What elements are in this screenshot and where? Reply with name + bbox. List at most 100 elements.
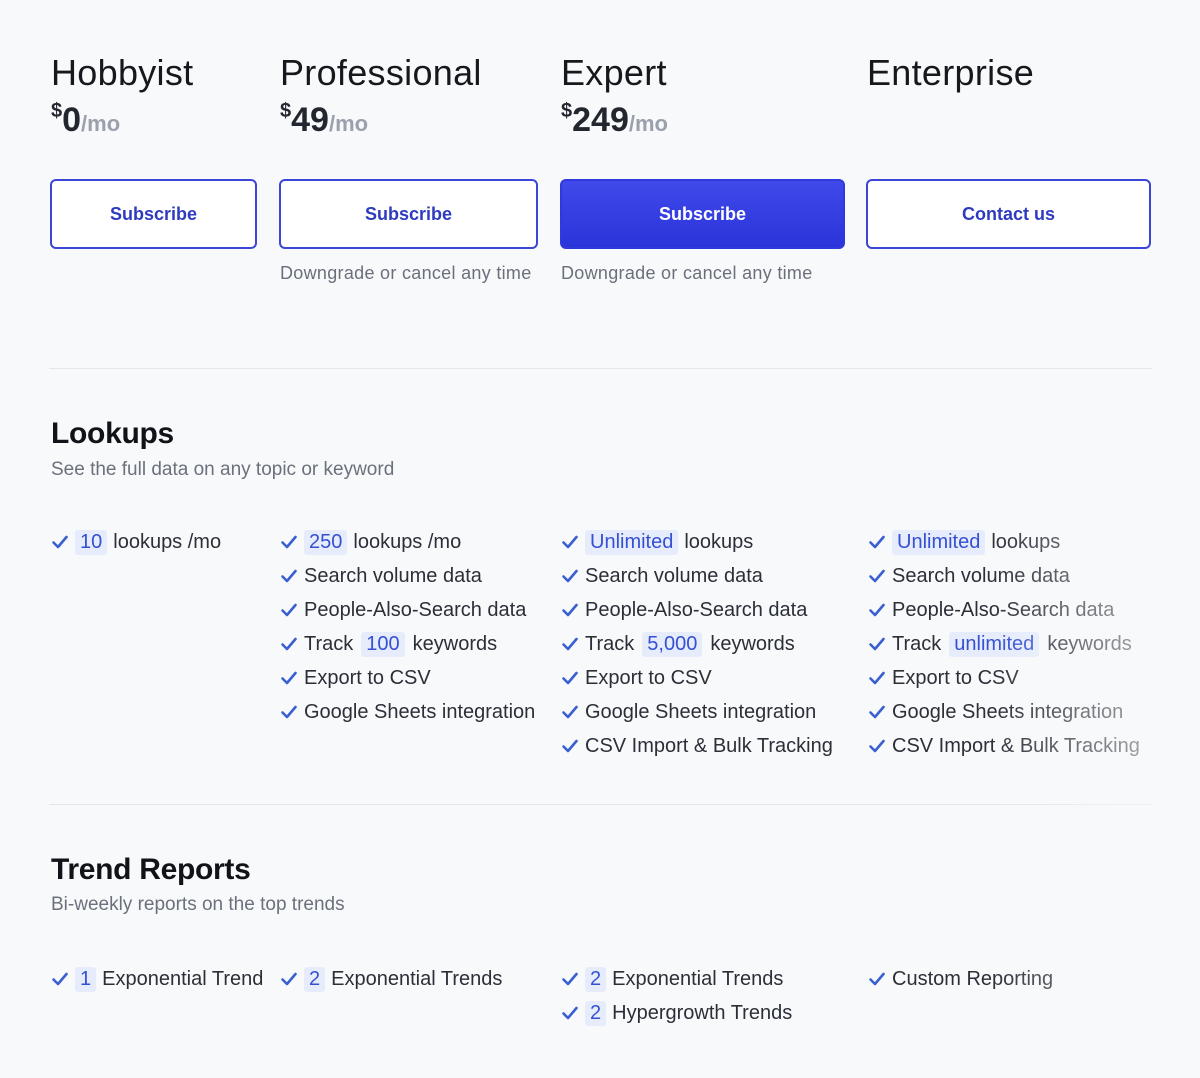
divider [49,368,1152,369]
feature-text: People-Also-Search data [304,598,527,621]
feature-text: People-Also-Search data [585,598,808,621]
check-icon [869,603,885,617]
check-icon [869,972,885,986]
divider [49,804,1152,805]
feature-text: keywords [710,632,795,655]
feature-item: Search volume data [280,561,482,591]
section-subtitle-trend-reports: Bi-weekly reports on the top trends [51,894,345,915]
feature-item: People-Also-Search data [280,595,526,625]
plan-price: $0/mo [51,100,121,139]
feature-item: CSV Import & Bulk Tracking [868,731,1140,761]
feature-text: People-Also-Search data [892,598,1115,621]
check-icon [281,705,297,719]
feature-item: Google Sheets integration [561,697,816,727]
feature-item: Search volume data [561,561,763,591]
check-icon [562,637,578,651]
feature-text: Custom Reporting [892,967,1054,990]
plan-price: $249/mo [561,100,668,139]
feature-item: Track 100 keywords [280,629,497,659]
check-icon [869,739,885,753]
feature-item: Google Sheets integration [868,697,1123,727]
feature-item: Search volume data [868,561,1070,591]
check-icon [562,671,578,685]
feature-item: Unlimited lookups [561,527,753,557]
subscribe-button-expert[interactable]: Subscribe [560,179,845,249]
feature-text: Hypergrowth Trends [612,1001,793,1024]
check-icon [562,972,578,986]
section-title-lookups: Lookups [51,417,174,450]
feature-text: Export to CSV [585,666,712,689]
plan-name: Hobbyist [51,52,194,93]
check-icon [562,705,578,719]
section-subtitle-lookups: See the full data on any topic or keywor… [51,459,395,480]
plan-note: Downgrade or cancel any time [561,263,813,283]
check-icon [869,569,885,583]
feature-item: 250 lookups /mo [280,527,461,557]
feature-highlight: 5,000 [642,631,703,657]
plan-price: $49/mo [280,100,369,139]
feature-text: lookups /mo [113,530,222,553]
feature-item: Export to CSV [868,663,1019,693]
feature-highlight: 2 [585,1000,607,1026]
check-icon [869,671,885,685]
check-icon [281,535,297,549]
feature-item: 1 Exponential Trend [51,964,263,994]
feature-highlight: Unlimited [585,529,679,555]
check-icon [281,972,297,986]
feature-text: Track [892,632,942,655]
feature-highlight: 2 [304,966,326,992]
feature-highlight: 2 [585,966,607,992]
feature-highlight: Unlimited [892,529,986,555]
plan-name: Enterprise [867,52,1035,93]
feature-item: 2 Exponential Trends [280,964,502,994]
feature-item: 2 Exponential Trends [561,964,783,994]
feature-highlight: 100 [361,631,405,657]
contact-us-button[interactable]: Contact us [866,179,1151,249]
section-title-trend-reports: Trend Reports [51,853,251,886]
feature-highlight: 10 [75,529,108,555]
feature-item: Unlimited lookups [868,527,1060,557]
feature-text: lookups /mo [353,530,462,553]
feature-highlight: unlimited [949,631,1040,657]
check-icon [562,603,578,617]
feature-text: lookups [991,530,1061,553]
check-icon [562,739,578,753]
check-icon [869,705,885,719]
feature-text: Google Sheets integration [892,700,1124,723]
check-icon [869,535,885,549]
feature-item: People-Also-Search data [561,595,807,625]
feature-item: 10 lookups /mo [51,527,221,557]
plan-name: Professional [280,52,482,93]
feature-text: Export to CSV [892,666,1019,689]
feature-text: Export to CSV [304,666,431,689]
feature-item: Export to CSV [280,663,431,693]
feature-text: Search volume data [304,564,482,587]
feature-item: 2 Hypergrowth Trends [561,998,792,1028]
feature-text: Exponential Trends [331,967,503,990]
feature-text: Track [304,632,354,655]
check-icon [562,1006,578,1020]
plan-note: Downgrade or cancel any time [280,263,532,283]
check-icon [281,569,297,583]
subscribe-button-hobbyist[interactable]: Subscribe [50,179,257,249]
feature-item: Google Sheets integration [280,697,535,727]
feature-item: Track unlimited keywords [868,629,1132,659]
feature-item: CSV Import & Bulk Tracking [561,731,833,761]
feature-item: Track 5,000 keywords [561,629,795,659]
check-icon [52,535,68,549]
feature-item: Custom Reporting [868,964,1053,994]
check-icon [52,972,68,986]
feature-text: Search volume data [892,564,1070,587]
feature-text: Exponential Trend [102,967,264,990]
check-icon [562,569,578,583]
feature-text: Track [585,632,635,655]
subscribe-button-professional[interactable]: Subscribe [279,179,538,249]
check-icon [281,603,297,617]
check-icon [281,671,297,685]
check-icon [562,535,578,549]
feature-text: keywords [1047,632,1132,655]
feature-text: keywords [412,632,498,655]
check-icon [281,637,297,651]
feature-text: Search volume data [585,564,763,587]
plan-name: Expert [561,52,667,93]
